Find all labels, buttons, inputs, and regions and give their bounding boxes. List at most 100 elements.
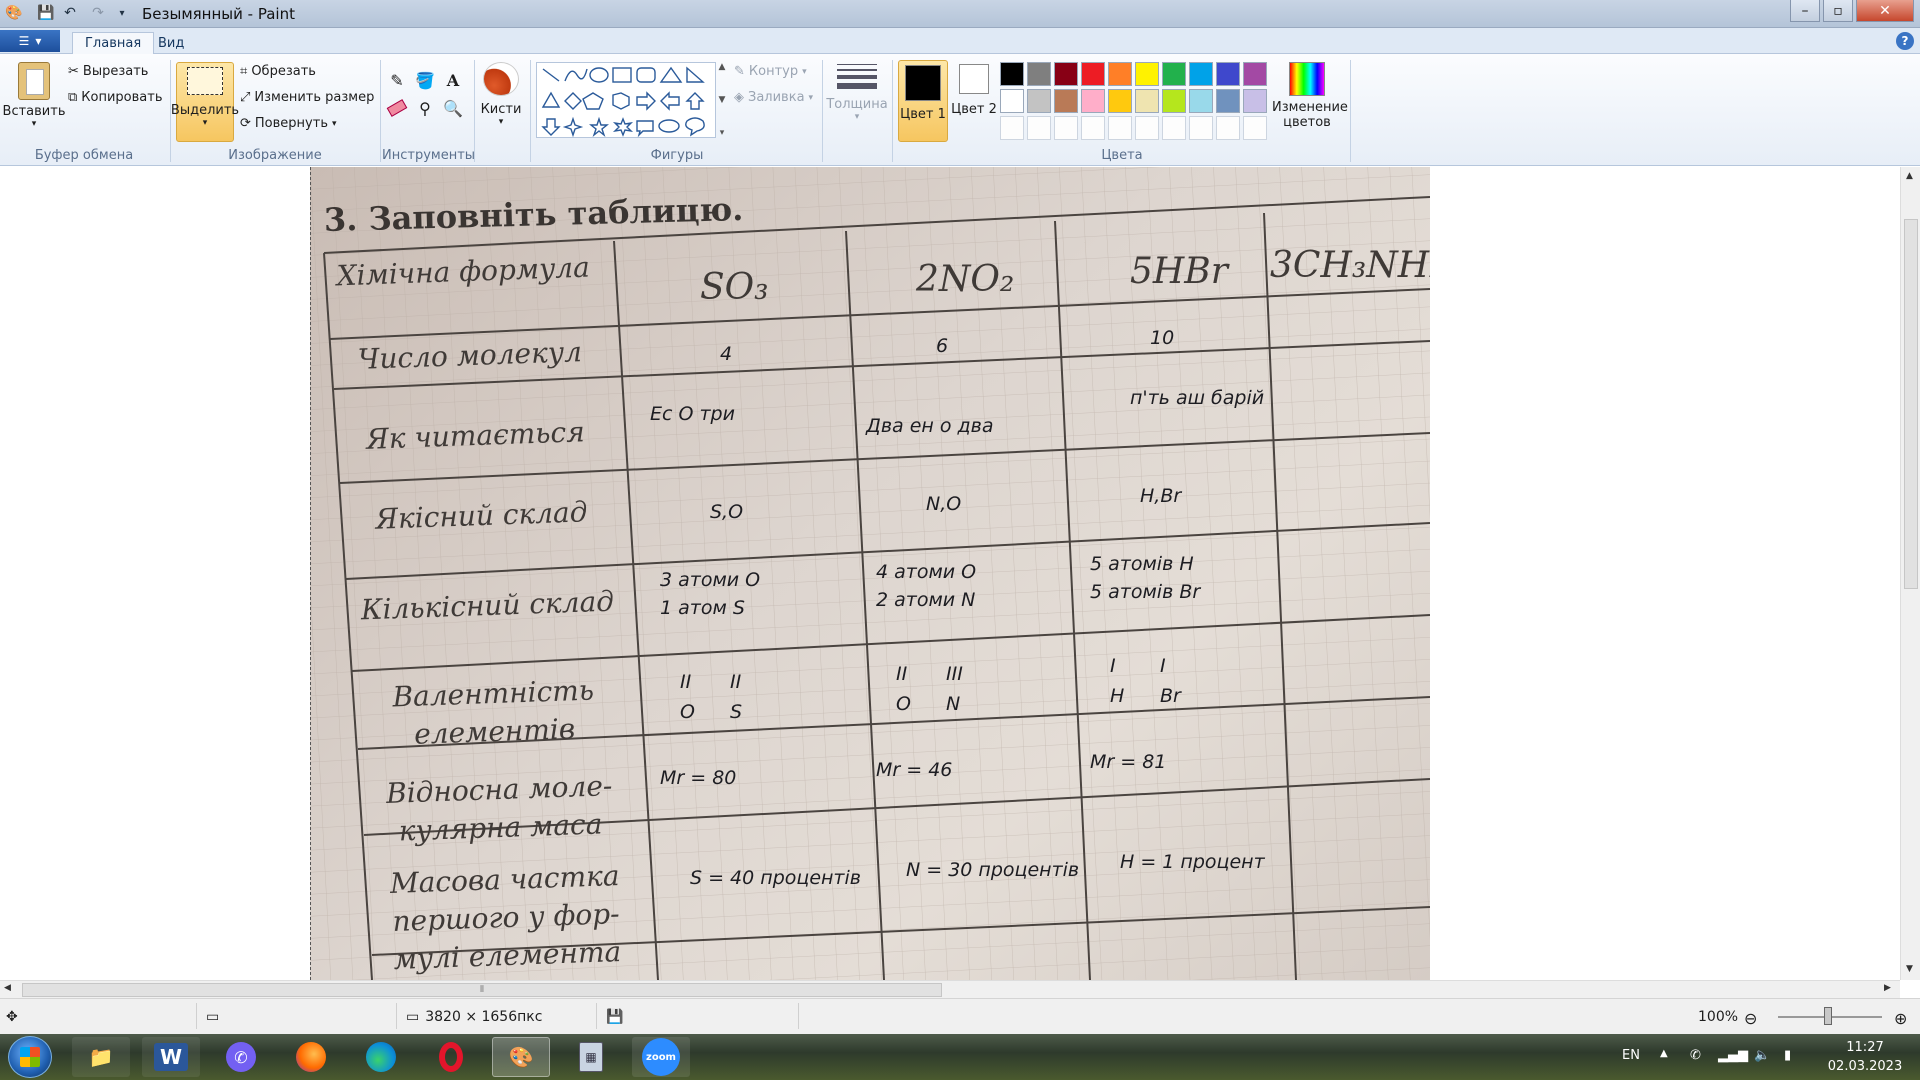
vertical-scroll-thumb[interactable] (1904, 219, 1918, 589)
copy-button[interactable]: ⧉ Копировать (68, 90, 163, 105)
color-swatch[interactable] (1189, 89, 1213, 113)
color-swatch[interactable] (1189, 62, 1213, 86)
firefox-taskbar-button[interactable] (282, 1037, 340, 1077)
color2-swatch (959, 64, 989, 94)
color-swatch[interactable] (1243, 89, 1267, 113)
color-swatch[interactable] (1135, 62, 1159, 86)
custom-color-slot[interactable] (1216, 116, 1240, 140)
zoom-taskbar-button[interactable]: zoom (632, 1037, 690, 1077)
custom-color-slot[interactable] (1081, 116, 1105, 140)
paint-taskbar-button[interactable]: 🎨 (492, 1037, 550, 1077)
color-picker-icon[interactable]: ⚲ (412, 96, 438, 120)
color-swatch[interactable] (1000, 89, 1024, 113)
shapes-gallery[interactable] (536, 62, 716, 138)
color2-button[interactable]: Цвет 2 (950, 64, 998, 117)
color-swatch[interactable] (1162, 89, 1186, 113)
color-swatch[interactable] (1054, 89, 1078, 113)
custom-color-slot[interactable] (1054, 116, 1078, 140)
color-swatch[interactable] (1135, 89, 1159, 113)
brushes-button[interactable]: Кисти ▾ (478, 62, 524, 127)
help-icon[interactable]: ? (1896, 32, 1914, 50)
minimize-button[interactable]: – (1790, 0, 1820, 22)
paste-button[interactable]: Вставить ▾ (3, 62, 65, 129)
custom-color-slot[interactable] (1162, 116, 1186, 140)
scroll-down-icon[interactable]: ▼ (1906, 964, 1913, 974)
outline-button[interactable]: ✎ Контур ▾ (734, 64, 807, 79)
explorer-taskbar-button[interactable]: 📁 (72, 1037, 130, 1077)
close-button[interactable]: ✕ (1856, 0, 1914, 22)
language-indicator[interactable]: EN (1622, 1048, 1640, 1063)
color-swatch[interactable] (1162, 62, 1186, 86)
canvas-area[interactable]: 3. Заповніть таблицю. Хімічна формула Чис… (0, 167, 1900, 980)
custom-color-slot[interactable] (1135, 116, 1159, 140)
scroll-right-icon[interactable]: ▶ (1884, 983, 1891, 993)
horizontal-scroll-thumb[interactable]: ⦀ (22, 983, 942, 997)
color-swatch[interactable] (1027, 89, 1051, 113)
color-swatch[interactable] (1108, 62, 1132, 86)
color-swatch[interactable] (1108, 89, 1132, 113)
color1-button[interactable]: Цвет 1 (898, 60, 948, 142)
color-swatch[interactable] (1081, 62, 1105, 86)
fill-bucket-icon[interactable]: 🪣 (412, 68, 438, 92)
scroll-up-icon[interactable]: ▲ (1906, 171, 1913, 181)
start-button[interactable] (8, 1036, 52, 1078)
edge-taskbar-button[interactable] (352, 1037, 410, 1077)
shapes-gallery-scroll[interactable]: ▲ ▼ ▾ (716, 62, 728, 138)
eraser-icon[interactable] (384, 96, 410, 120)
row-label: Число молекул (357, 335, 583, 376)
custom-color-slot[interactable] (1108, 116, 1132, 140)
magnifier-icon[interactable]: 🔍 (440, 96, 466, 120)
color-swatch[interactable] (1216, 89, 1240, 113)
calculator-taskbar-button[interactable]: ▦ (562, 1037, 620, 1077)
color-swatch[interactable] (1000, 62, 1024, 86)
ribbon-tabs: ☰ ▾ Главная Вид ? (0, 28, 1920, 54)
size-button[interactable]: Толщина ▾ (826, 64, 888, 122)
pencil-icon[interactable]: ✎ (384, 68, 410, 92)
color-swatch[interactable] (1081, 89, 1105, 113)
volume-icon[interactable]: 🔈 (1754, 1048, 1770, 1063)
opera-taskbar-button[interactable] (422, 1037, 480, 1077)
vertical-scrollbar[interactable]: ▲ ▼ (1900, 167, 1920, 980)
tab-view[interactable]: Вид (146, 32, 196, 54)
custom-color-slot[interactable] (1000, 116, 1024, 140)
tray-expand-icon[interactable]: ▲ (1660, 1048, 1668, 1059)
paint-app-icon[interactable]: 🎨 (4, 3, 24, 23)
color-swatch[interactable] (1027, 62, 1051, 86)
rotate-button[interactable]: ⟳ Повернуть ▾ (240, 116, 337, 131)
custom-color-slot[interactable] (1189, 116, 1213, 140)
zoom-out-icon[interactable]: ⊖ (1744, 1009, 1757, 1028)
redo-icon[interactable]: ↷ (88, 3, 108, 23)
edge-icon (366, 1042, 396, 1072)
qualitative-composition: S,O (710, 501, 744, 523)
text-tool-icon[interactable]: A (440, 68, 466, 92)
clock[interactable]: 11:27 02.03.2023 (1820, 1038, 1910, 1076)
horizontal-scrollbar[interactable]: ◀ ⦀ ▶ (0, 980, 1900, 998)
cut-button[interactable]: ✂ Вырезать (68, 64, 148, 79)
tab-home[interactable]: Главная (72, 32, 155, 54)
app-menu-button[interactable]: ☰ ▾ (0, 30, 60, 52)
scroll-left-icon[interactable]: ◀ (4, 983, 11, 993)
save-icon[interactable]: 💾 (36, 3, 56, 23)
zoom-slider-thumb[interactable] (1824, 1007, 1832, 1025)
custom-color-slot[interactable] (1027, 116, 1051, 140)
fill-button[interactable]: ◈ Заливка ▾ (734, 90, 813, 105)
color-swatch[interactable] (1054, 62, 1078, 86)
custom-color-slot[interactable] (1243, 116, 1267, 140)
word-taskbar-button[interactable]: W (142, 1037, 200, 1077)
color-swatch[interactable] (1243, 62, 1267, 86)
undo-icon[interactable]: ↶ (60, 3, 80, 23)
viber-tray-icon[interactable]: ✆ (1690, 1048, 1701, 1063)
network-icon[interactable]: ▂▄▆ (1718, 1048, 1748, 1063)
crop-button[interactable]: ⌗ Обрезать (240, 64, 316, 79)
pasted-photo[interactable]: 3. Заповніть таблицю. Хімічна формула Чис… (310, 167, 1430, 980)
quick-access-dropdown-icon[interactable]: ▾ (112, 3, 132, 23)
maximize-button[interactable]: ▫ (1823, 0, 1853, 22)
viber-taskbar-button[interactable]: ✆ (212, 1037, 270, 1077)
color-swatch[interactable] (1216, 62, 1240, 86)
battery-icon[interactable]: ▮ (1784, 1048, 1791, 1063)
tools-group-label: Инструменты (382, 148, 476, 163)
zoom-in-icon[interactable]: ⊕ (1894, 1009, 1907, 1028)
edit-colors-button[interactable]: Изменение цветов (1272, 62, 1348, 130)
select-button[interactable]: Выделить ▾ (171, 62, 239, 142)
resize-button[interactable]: ⤢ Изменить размер (240, 90, 374, 105)
